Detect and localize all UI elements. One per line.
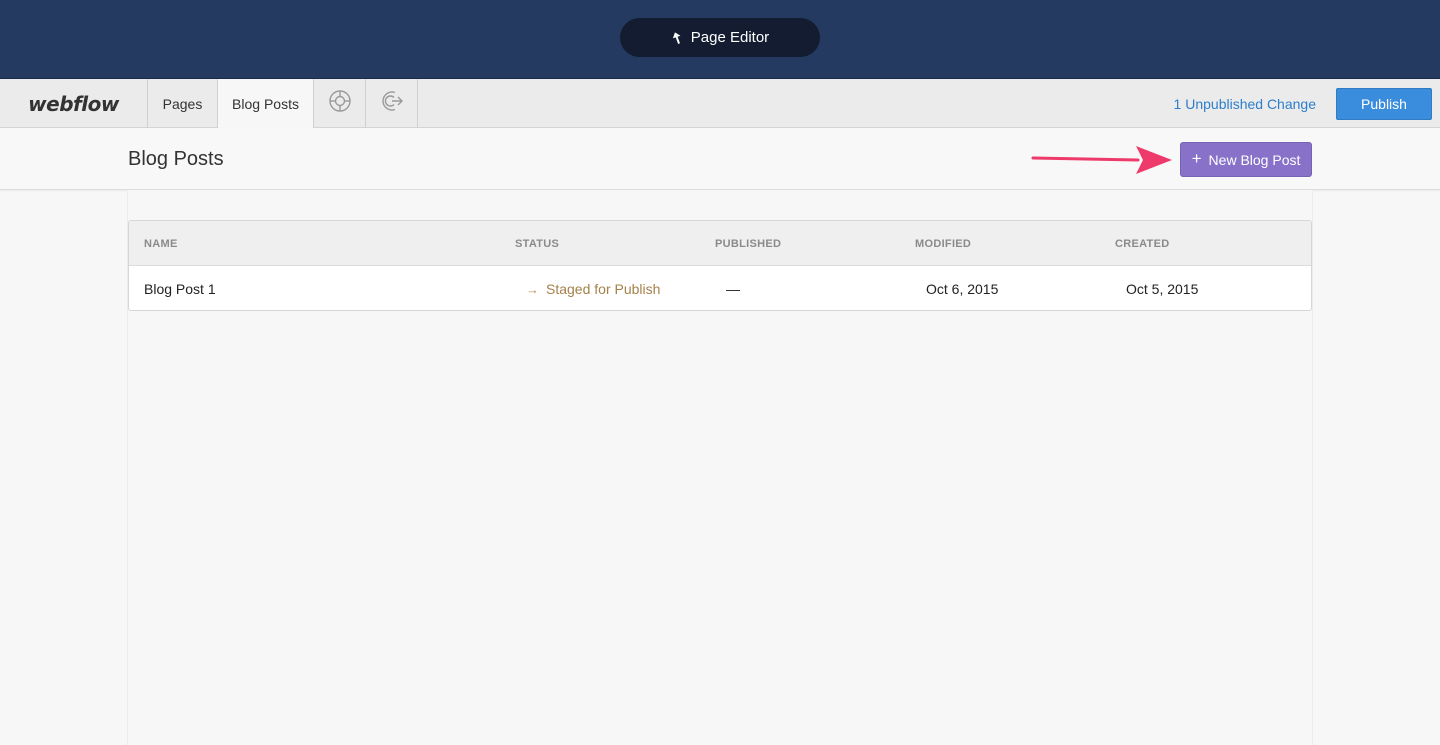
- help-icon: [328, 89, 352, 118]
- column-header-modified[interactable]: MODIFIED: [915, 238, 971, 250]
- column-header-created[interactable]: CREATED: [1115, 238, 1169, 250]
- arrow-up-icon: [671, 31, 683, 45]
- help-button[interactable]: [314, 79, 366, 128]
- modified-date: Oct 6, 2015: [926, 281, 999, 297]
- table-row[interactable]: Blog Post 1 → Staged for Publish — Oct 6…: [129, 266, 1311, 310]
- arrow-right-icon: →: [526, 281, 539, 297]
- page-title: Blog Posts: [128, 148, 224, 170]
- tab-pages[interactable]: Pages: [148, 79, 218, 128]
- published-date: —: [726, 281, 740, 297]
- unpublished-changes-link[interactable]: 1 Unpublished Change: [1174, 79, 1316, 128]
- status-text: Staged for Publish: [546, 281, 661, 297]
- table-header: NAME STATUS PUBLISHED MODIFIED CREATED: [129, 221, 1311, 266]
- post-name: Blog Post 1: [144, 281, 216, 297]
- page-header: Blog Posts + New Blog Post: [0, 128, 1440, 190]
- main-navbar: webflow Pages Blog Posts 1 Unpublished C…: [0, 78, 1440, 129]
- page-editor-label: Page Editor: [690, 29, 770, 46]
- page-editor-button[interactable]: Page Editor: [620, 18, 820, 57]
- annotation-arrow-icon: [1031, 146, 1172, 174]
- plus-icon: +: [1191, 149, 1202, 168]
- blog-posts-table: NAME STATUS PUBLISHED MODIFIED CREATED B…: [128, 220, 1312, 311]
- tab-blog-posts[interactable]: Blog Posts: [218, 79, 314, 129]
- new-blog-post-label: New Blog Post: [1208, 151, 1301, 168]
- new-blog-post-button[interactable]: + New Blog Post: [1180, 142, 1312, 177]
- logout-icon: [380, 89, 404, 118]
- column-header-published[interactable]: PUBLISHED: [715, 238, 781, 250]
- status-badge: → Staged for Publish: [526, 281, 660, 297]
- webflow-logo[interactable]: webflow: [0, 79, 148, 128]
- created-date: Oct 5, 2015: [1126, 281, 1199, 297]
- column-header-status[interactable]: STATUS: [515, 238, 559, 250]
- logout-button[interactable]: [366, 79, 418, 128]
- editor-topbar: Page Editor: [0, 0, 1440, 78]
- column-header-name[interactable]: NAME: [144, 238, 178, 250]
- publish-button[interactable]: Publish: [1336, 88, 1432, 120]
